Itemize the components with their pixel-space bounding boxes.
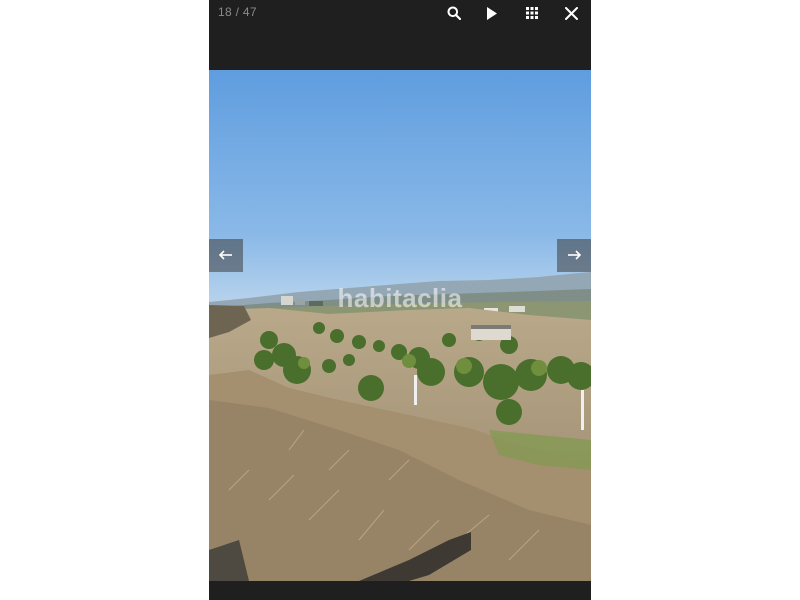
- thumbnails-button[interactable]: [522, 3, 542, 23]
- image-counter: 18 / 47: [218, 5, 257, 19]
- gallery-photo: habitaclia: [209, 70, 591, 581]
- lightbox-viewer: 18 / 47 habitaclia: [209, 0, 591, 600]
- arrow-left-icon: [218, 247, 233, 265]
- close-icon: [564, 6, 578, 20]
- next-photo-button[interactable]: [557, 239, 591, 272]
- slideshow-button[interactable]: [482, 3, 502, 23]
- viewer-bottom-bar: [209, 581, 591, 600]
- close-button[interactable]: [561, 3, 581, 23]
- zoom-button[interactable]: [444, 3, 464, 23]
- viewer-toolbar: 18 / 47: [209, 0, 591, 70]
- previous-photo-button[interactable]: [209, 239, 243, 272]
- arrow-right-icon: [567, 247, 582, 265]
- grid-icon: [526, 7, 538, 19]
- search-icon: [447, 6, 461, 20]
- play-icon: [486, 6, 498, 20]
